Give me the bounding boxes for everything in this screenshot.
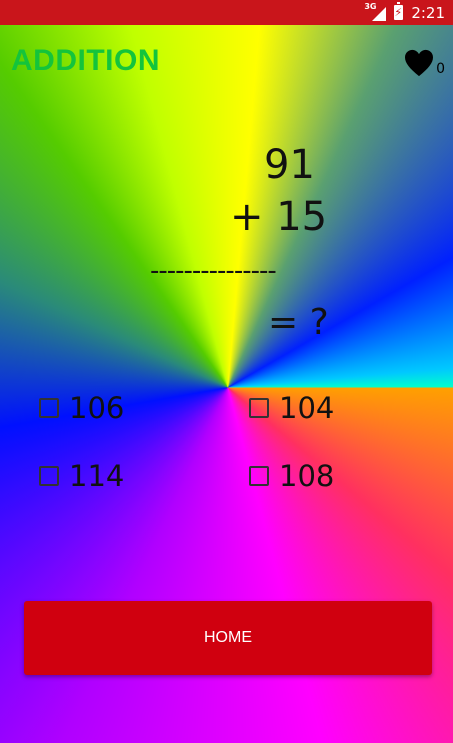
answer-option-label: 114 xyxy=(69,459,125,493)
answer-prompt: = ? xyxy=(268,302,329,343)
game-screen: ADDITION 0 91 + 15 --------------- = ? 1… xyxy=(0,25,453,743)
answer-option-label: 108 xyxy=(279,459,335,493)
answer-option-1[interactable]: 106 xyxy=(39,390,124,426)
page-title: ADDITION xyxy=(11,44,160,77)
battery-icon: ⚡ xyxy=(394,2,404,20)
operand-1: 91 xyxy=(264,142,315,188)
heart-icon xyxy=(405,49,434,77)
home-button[interactable]: HOME xyxy=(24,601,432,675)
answer-option-label: 106 xyxy=(69,391,125,425)
answer-option-3[interactable]: 114 xyxy=(39,458,124,494)
lives-count: 0 xyxy=(436,61,445,77)
answer-option-4[interactable]: 108 xyxy=(249,458,334,494)
status-time: 2:21 xyxy=(411,3,445,22)
sum-divider: --------------- xyxy=(150,256,277,286)
operand-2: + 15 xyxy=(230,194,328,240)
checkbox-icon[interactable] xyxy=(39,398,59,418)
lives-indicator: 0 xyxy=(404,49,445,77)
network-indicator: 3G xyxy=(364,2,387,22)
status-bar: 3G ⚡ 2:21 xyxy=(0,0,453,25)
signal-icon xyxy=(372,6,387,21)
checkbox-icon[interactable] xyxy=(249,398,269,418)
checkbox-icon[interactable] xyxy=(249,466,269,486)
answer-option-label: 104 xyxy=(279,391,335,425)
checkbox-icon[interactable] xyxy=(39,466,59,486)
answer-option-2[interactable]: 104 xyxy=(249,390,334,426)
